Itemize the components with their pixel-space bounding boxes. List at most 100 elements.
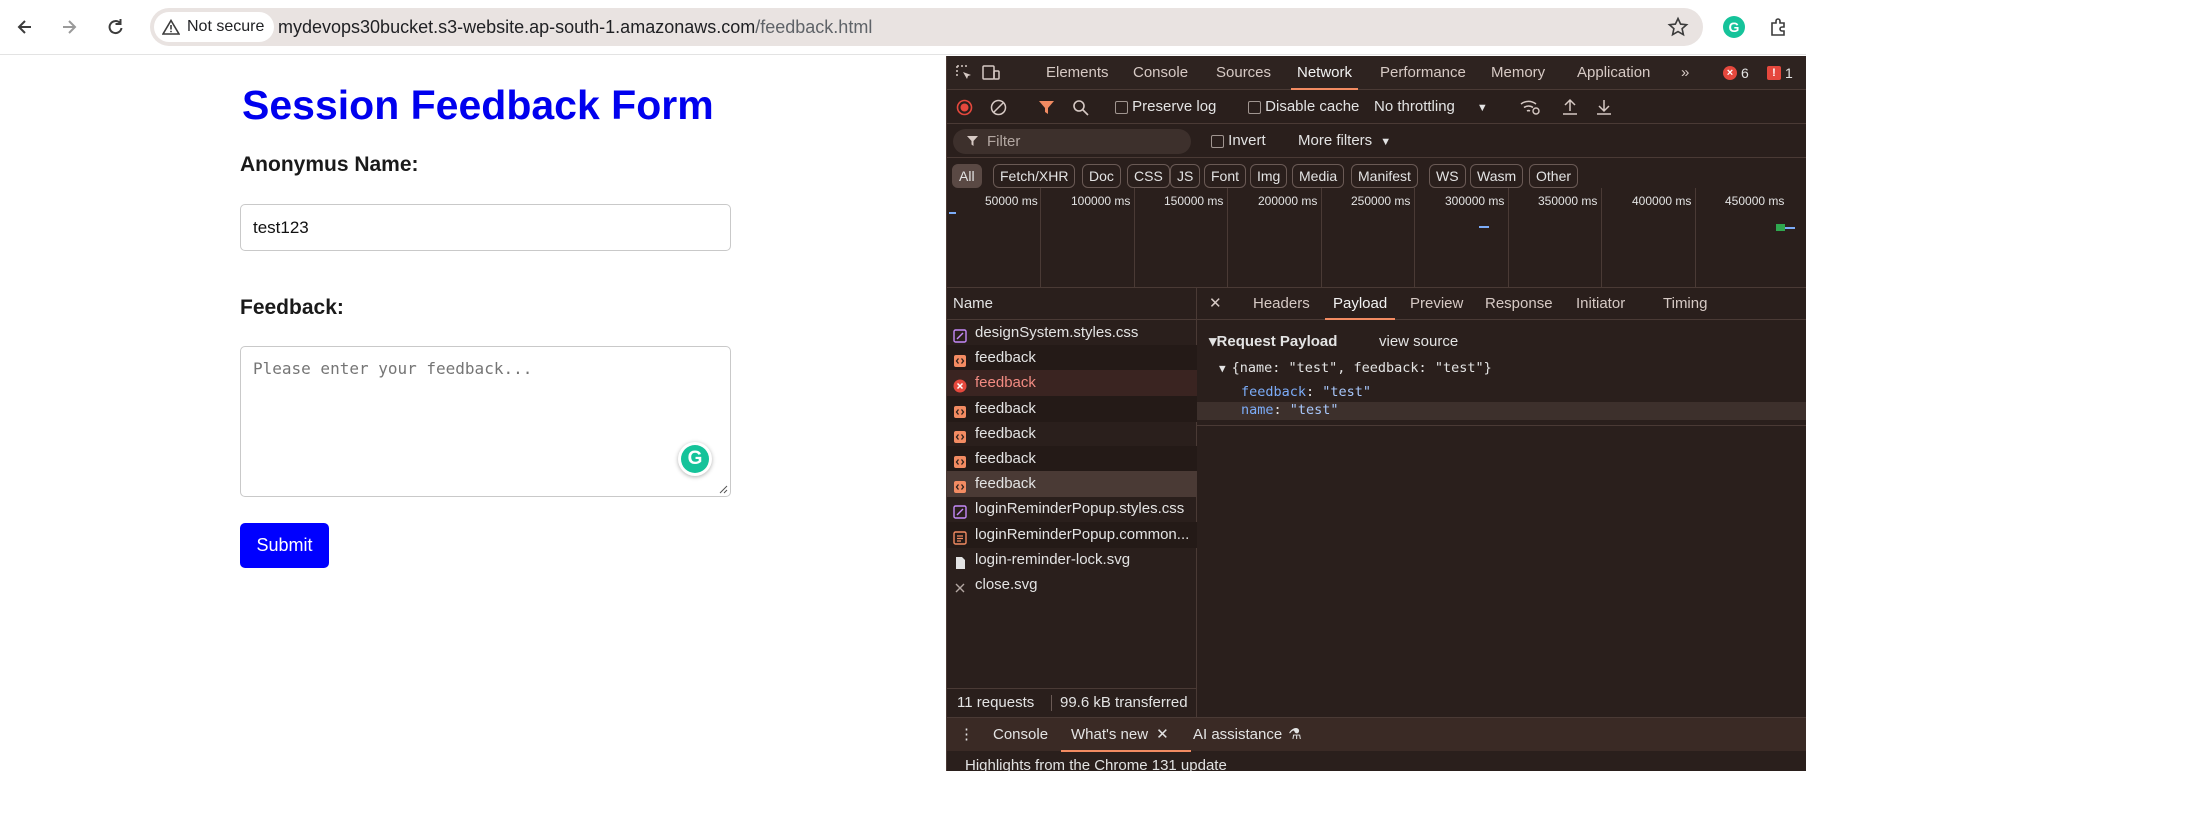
clear-icon[interactable] [990, 99, 1007, 116]
drawer-tab-ai-assistance[interactable]: AI assistance ⚗ [1193, 718, 1302, 752]
devtools-panel: Elements Console Sources Network Perform… [946, 56, 1806, 771]
reload-button[interactable] [99, 11, 131, 43]
back-button[interactable] [9, 11, 41, 43]
dropdown-arrow-icon: ▼ [1476, 102, 1488, 114]
network-conditions-icon[interactable] [1519, 98, 1541, 116]
timeline-overview[interactable]: 50000 ms 100000 ms 150000 ms 200000 ms 2… [947, 188, 1806, 288]
page-title: Session Feedback Form [242, 82, 714, 128]
request-row[interactable]: loginReminderPopup.styles.css [947, 496, 1197, 522]
more-tabs-icon[interactable]: » [1681, 56, 1689, 90]
error-icon [953, 376, 967, 393]
security-chip[interactable]: Not secure [154, 12, 275, 42]
type-filter-wasm[interactable]: Wasm [1470, 164, 1524, 188]
tab-timing[interactable]: Timing [1663, 288, 1707, 320]
request-list: Name designSystem.styles.css feedback feed… [947, 288, 1197, 726]
drawer-tab-console[interactable]: Console [993, 718, 1048, 752]
type-filter-doc[interactable]: Doc [1082, 164, 1121, 188]
filter-funnel-icon[interactable] [1038, 99, 1055, 116]
detail-tab-bar: ✕ Headers Payload Preview Response Initi… [1197, 288, 1806, 320]
grammarly-widget[interactable]: G [678, 442, 712, 476]
type-filter-other[interactable]: Other [1529, 164, 1579, 188]
request-name: feedback [975, 374, 1036, 392]
type-filter-css[interactable]: CSS [1127, 164, 1170, 188]
type-filter-all[interactable]: All [952, 164, 982, 188]
invert-checkbox[interactable]: Invert [1211, 132, 1266, 149]
request-row[interactable]: login-reminder-lock.svg [947, 547, 1197, 573]
tab-response[interactable]: Response [1485, 288, 1553, 320]
tab-headers[interactable]: Headers [1253, 288, 1310, 320]
throttling-select[interactable]: No throttling ▼ [1374, 98, 1488, 115]
tab-console[interactable]: Console [1133, 56, 1188, 90]
request-row[interactable]: feedback [947, 446, 1197, 472]
request-row[interactable]: feedback [947, 471, 1197, 498]
payload-field[interactable]: feedback: "test" [1241, 384, 1371, 400]
forward-button[interactable] [53, 11, 85, 43]
import-har-icon[interactable] [1562, 98, 1578, 116]
tab-application[interactable]: Application [1577, 56, 1650, 90]
payload-object[interactable]: ▼ {name: "test", feedback: "test"} [1219, 360, 1492, 376]
request-row[interactable]: feedback [947, 345, 1197, 372]
name-input[interactable]: test123 [240, 204, 731, 251]
type-filter-media[interactable]: Media [1292, 164, 1345, 188]
extensions-button[interactable] [1764, 12, 1794, 42]
more-filters-dropdown[interactable]: More filters ▼ [1298, 132, 1391, 149]
timeline-tick [1227, 188, 1228, 288]
close-details-icon[interactable]: ✕ [1209, 288, 1222, 320]
timeline-tick [1040, 188, 1041, 288]
tab-sources[interactable]: Sources [1216, 56, 1271, 90]
inspect-element-icon[interactable] [955, 64, 973, 82]
view-source-link[interactable]: view source [1379, 333, 1458, 350]
close-icon [953, 578, 967, 593]
grammarly-extension-button[interactable]: G [1719, 12, 1749, 42]
divider [1197, 425, 1806, 426]
drawer-menu-icon[interactable]: ⋮ [959, 718, 974, 752]
error-badge[interactable]: × 6 [1723, 65, 1749, 81]
close-tab-icon[interactable]: ✕ [1156, 726, 1169, 743]
security-label: Not secure [187, 18, 265, 35]
search-icon[interactable] [1072, 99, 1089, 116]
drawer-tab-whats-new[interactable]: What's new ✕ [1061, 718, 1191, 752]
type-filter-js[interactable]: JS [1170, 164, 1201, 188]
resize-handle-icon[interactable] [718, 484, 728, 494]
request-payload-section[interactable]: ▾Request Payload [1209, 332, 1337, 350]
preserve-log-checkbox[interactable]: Preserve log [1115, 98, 1216, 115]
export-har-icon[interactable] [1596, 98, 1612, 116]
timeline-tick-label: 50000 ms [985, 194, 1038, 208]
disable-cache-checkbox[interactable]: Disable cache [1248, 98, 1359, 115]
timeline-tick-label: 450000 ms [1725, 194, 1785, 208]
issue-icon: ! [1767, 66, 1781, 80]
name-column-header[interactable]: Name [947, 288, 1197, 320]
tab-preview[interactable]: Preview [1410, 288, 1463, 320]
whats-new-panel: Highlights from the Chrome 131 update [947, 751, 1806, 771]
type-filter-font[interactable]: Font [1204, 164, 1247, 188]
issue-badge[interactable]: ! 1 [1767, 65, 1793, 81]
checkbox-icon [1115, 100, 1128, 114]
request-row[interactable]: feedback [947, 370, 1197, 397]
request-row[interactable]: close.svg [947, 572, 1197, 598]
tab-elements[interactable]: Elements [1046, 56, 1109, 90]
filter-input[interactable]: Filter [953, 129, 1191, 154]
record-stop-icon[interactable] [956, 99, 973, 116]
feedback-textarea[interactable]: Please enter your feedback... G [240, 346, 731, 497]
tab-payload[interactable]: Payload [1324, 288, 1396, 320]
request-row[interactable]: designSystem.styles.css [947, 320, 1197, 346]
devtools-tab-bar: Elements Console Sources Network Perform… [947, 56, 1806, 90]
type-filter-ws[interactable]: WS [1429, 164, 1466, 188]
timeline-tick [1601, 188, 1602, 288]
tab-network[interactable]: Network [1290, 56, 1359, 90]
payload-field[interactable]: name: "test" [1197, 402, 1806, 420]
request-row[interactable]: loginReminderPopup.common... [947, 521, 1197, 548]
arrow-left-icon [17, 20, 31, 34]
tab-performance[interactable]: Performance [1380, 56, 1466, 90]
tab-initiator[interactable]: Initiator [1576, 288, 1625, 320]
tab-memory[interactable]: Memory [1491, 56, 1545, 90]
bookmark-star-icon[interactable] [1667, 16, 1689, 38]
submit-button[interactable]: Submit [240, 523, 329, 568]
address-bar[interactable]: Not secure mydevops30bucket.s3-website.a… [150, 8, 1703, 46]
type-filter-img[interactable]: Img [1250, 164, 1288, 188]
type-filter-fetch-xhr[interactable]: Fetch/XHR [993, 164, 1076, 188]
type-filter-manifest[interactable]: Manifest [1351, 164, 1418, 188]
request-row[interactable]: feedback [947, 421, 1197, 447]
device-toolbar-icon[interactable] [981, 64, 1001, 82]
request-row[interactable]: feedback [947, 395, 1197, 422]
